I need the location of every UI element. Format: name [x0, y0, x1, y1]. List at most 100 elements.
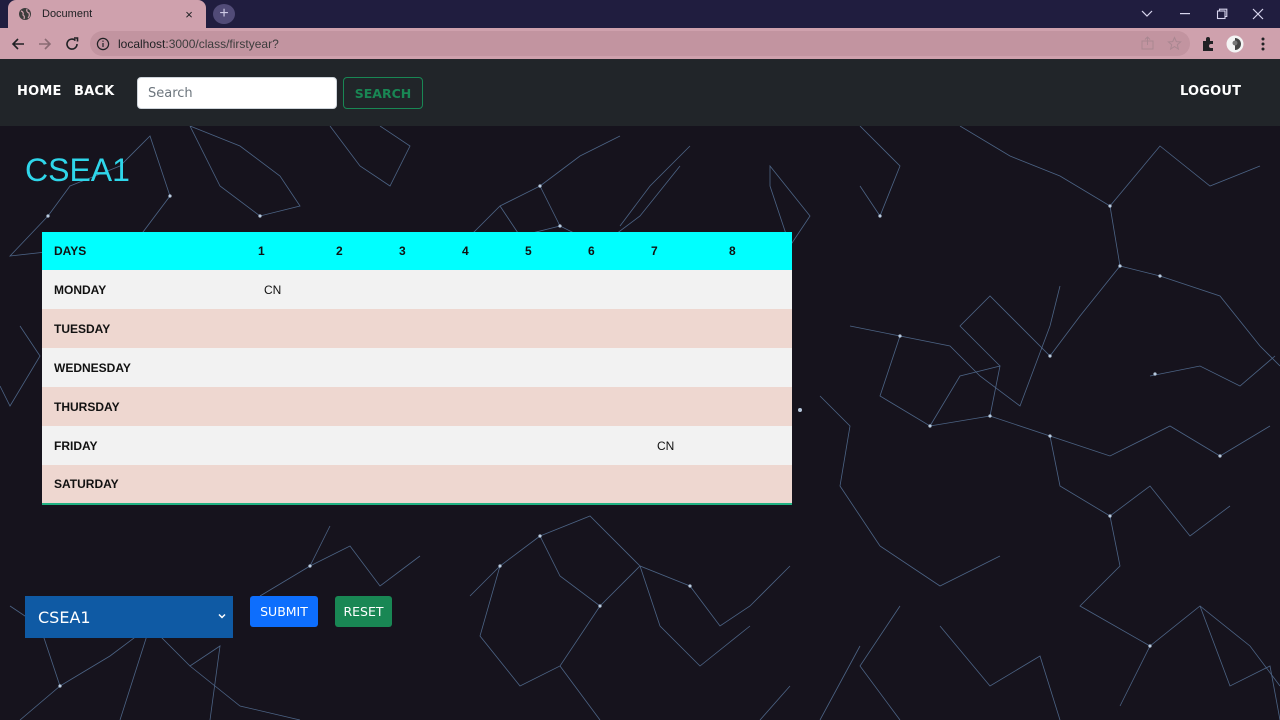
- period-cell: [389, 348, 452, 387]
- period-cell: [578, 348, 641, 387]
- class-select[interactable]: CSEA1: [25, 596, 233, 638]
- chevron-down-icon: [218, 613, 226, 619]
- period-cell: [578, 270, 641, 309]
- browser-tab-bar: Document × +: [0, 0, 1280, 28]
- period-cell: [719, 309, 792, 348]
- period-cell: [389, 387, 452, 426]
- period-cell: [719, 270, 792, 309]
- day-cell: WEDNESDAY: [42, 348, 248, 387]
- header-period: 2: [326, 232, 389, 270]
- period-cell: [515, 465, 578, 504]
- period-cell: [326, 426, 389, 465]
- forward-icon[interactable]: [35, 34, 55, 54]
- table-row: WEDNESDAY: [42, 348, 792, 387]
- period-cell: [641, 309, 719, 348]
- search-input[interactable]: [137, 77, 337, 109]
- address-bar[interactable]: localhost:3000/class/firstyear?: [90, 31, 1190, 56]
- browser-toolbar: localhost:3000/class/firstyear?: [0, 28, 1280, 59]
- period-cell: [248, 465, 326, 504]
- period-cell: [389, 465, 452, 504]
- table-row: MONDAY CN: [42, 270, 792, 309]
- header-period: 1: [248, 232, 326, 270]
- period-cell: [326, 465, 389, 504]
- period-cell: [326, 348, 389, 387]
- period-cell: [719, 426, 792, 465]
- back-icon[interactable]: [8, 34, 28, 54]
- header-days: DAYS: [42, 232, 248, 270]
- tab-title: Document: [42, 8, 93, 20]
- search-button[interactable]: SEARCH: [343, 77, 423, 109]
- period-cell: [326, 387, 389, 426]
- day-cell: FRIDAY: [42, 426, 248, 465]
- home-link[interactable]: HOME: [17, 84, 62, 99]
- menu-icon[interactable]: [1254, 35, 1272, 53]
- period-cell: [719, 465, 792, 504]
- profile-icon[interactable]: [1226, 35, 1244, 53]
- period-cell: [515, 387, 578, 426]
- period-cell: CN: [641, 426, 719, 465]
- period-cell: [578, 309, 641, 348]
- app-navbar: HOME BACK SEARCH LOGOUT: [0, 59, 1280, 126]
- period-cell: [248, 309, 326, 348]
- period-cell: [452, 309, 515, 348]
- header-period: 7: [641, 232, 719, 270]
- period-cell: [452, 348, 515, 387]
- class-select-value: CSEA1: [38, 607, 91, 627]
- table-row: THURSDAY: [42, 387, 792, 426]
- period-cell: [719, 387, 792, 426]
- star-icon[interactable]: [1167, 36, 1182, 51]
- day-cell: THURSDAY: [42, 387, 248, 426]
- header-period: 3: [389, 232, 452, 270]
- timetable-header-row: DAYS 1 2 3 4 5 6 7 8: [42, 232, 792, 270]
- period-cell: [389, 309, 452, 348]
- period-cell: [515, 348, 578, 387]
- period-cell: [248, 387, 326, 426]
- tab-close-icon[interactable]: ×: [182, 7, 196, 22]
- share-icon[interactable]: [1140, 36, 1155, 51]
- period-cell: [452, 465, 515, 504]
- logout-link[interactable]: LOGOUT: [1180, 84, 1241, 99]
- close-icon[interactable]: [1236, 0, 1280, 28]
- period-cell: CN: [248, 270, 326, 309]
- header-period: 6: [578, 232, 641, 270]
- table-row: TUESDAY: [42, 309, 792, 348]
- period-cell: [452, 270, 515, 309]
- period-cell: [641, 348, 719, 387]
- period-cell: [578, 426, 641, 465]
- reload-icon[interactable]: [62, 34, 82, 54]
- reset-button[interactable]: RESET: [335, 596, 392, 627]
- extensions-icon[interactable]: [1199, 35, 1217, 53]
- period-cell: [389, 270, 452, 309]
- period-cell: [515, 270, 578, 309]
- period-cell: [389, 426, 452, 465]
- period-cell: [641, 387, 719, 426]
- header-period: 8: [719, 232, 792, 270]
- submit-button[interactable]: SUBMIT: [250, 596, 318, 627]
- header-period: 5: [515, 232, 578, 270]
- period-cell: [578, 387, 641, 426]
- period-cell: [515, 309, 578, 348]
- period-cell: [326, 270, 389, 309]
- period-cell: [641, 270, 719, 309]
- table-row: SATURDAY: [42, 465, 792, 504]
- info-icon[interactable]: [96, 37, 110, 51]
- period-cell: [452, 387, 515, 426]
- back-link[interactable]: BACK: [74, 84, 114, 99]
- period-cell: [719, 348, 792, 387]
- timetable: DAYS 1 2 3 4 5 6 7 8 MONDAY CN TUESDAY WEDN…: [42, 232, 792, 505]
- period-cell: [326, 309, 389, 348]
- period-cell: [641, 465, 719, 504]
- url-text: localhost:3000/class/firstyear?: [118, 36, 279, 51]
- header-period: 4: [452, 232, 515, 270]
- page-title: CSEA1: [25, 152, 130, 188]
- browser-tab[interactable]: Document ×: [8, 0, 206, 28]
- period-cell: [578, 465, 641, 504]
- period-cell: [452, 426, 515, 465]
- day-cell: SATURDAY: [42, 465, 248, 504]
- new-tab-button[interactable]: +: [213, 4, 235, 24]
- day-cell: MONDAY: [42, 270, 248, 309]
- period-cell: [248, 426, 326, 465]
- table-row: FRIDAY CN: [42, 426, 792, 465]
- period-cell: [515, 426, 578, 465]
- period-cell: [248, 348, 326, 387]
